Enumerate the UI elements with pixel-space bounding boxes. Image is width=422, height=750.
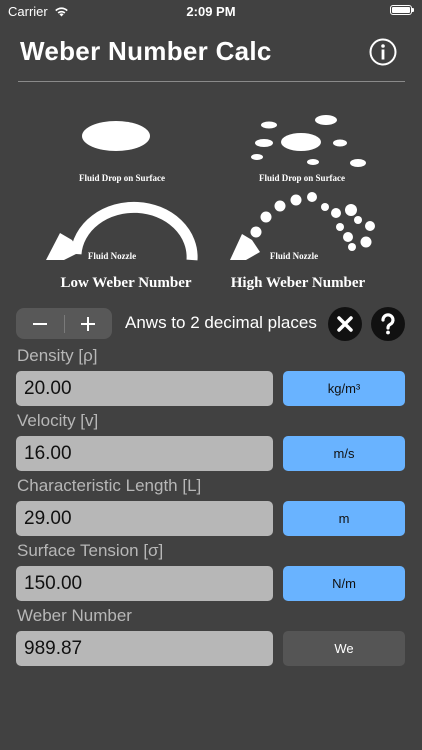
density-unit-button[interactable]: kg/m³: [283, 371, 405, 406]
weber-number-label: Weber Number: [17, 606, 132, 625]
weber-unit-label: We: [283, 631, 405, 666]
high-nozzle-shape: [230, 234, 260, 260]
low-weber-title: Low Weber Number: [60, 275, 191, 291]
velocity-input[interactable]: 16.00: [16, 436, 273, 471]
status-time: 2:09 PM: [186, 4, 236, 19]
density-input[interactable]: 20.00: [16, 371, 273, 406]
help-button[interactable]: [371, 307, 405, 341]
decimal-stepper[interactable]: [16, 308, 112, 339]
high-drop-caption: Fluid Drop on Surface: [259, 173, 345, 183]
velocity-label: Velocity [v]: [17, 411, 99, 430]
weber-number-output[interactable]: 989.87: [16, 631, 273, 666]
low-nozzle-caption: Fluid Nozzle: [88, 251, 136, 261]
length-label: Characteristic Length [L]: [17, 476, 202, 495]
decrement-button[interactable]: [16, 308, 64, 339]
high-weber-title: High Weber Number: [231, 275, 366, 291]
page-title: Weber Number Calc: [20, 36, 272, 66]
close-icon: [337, 316, 353, 332]
low-drop-shape: [82, 121, 150, 151]
header-divider: [18, 81, 405, 82]
high-nozzle-caption: Fluid Nozzle: [270, 251, 318, 261]
length-unit-button[interactable]: m: [283, 501, 405, 536]
minus-icon: [32, 322, 47, 325]
plus-icon: [81, 316, 96, 331]
surface-tension-input[interactable]: 150.00: [16, 566, 273, 601]
decimal-places-label: Anws to 2 decimal places: [125, 313, 317, 332]
battery-icon: [390, 5, 414, 15]
clear-button[interactable]: [328, 307, 362, 341]
length-input[interactable]: 29.00: [16, 501, 273, 536]
question-icon: [381, 313, 395, 335]
density-label: Density [ρ]: [17, 346, 98, 365]
surface-tension-label: Surface Tension [σ]: [17, 541, 164, 560]
status-bar: Carrier 2:09 PM: [0, 0, 422, 22]
velocity-unit-button[interactable]: m/s: [283, 436, 405, 471]
surface-tension-unit-button[interactable]: N/m: [283, 566, 405, 601]
increment-button[interactable]: [64, 308, 112, 339]
low-drop-caption: Fluid Drop on Surface: [79, 173, 165, 183]
weber-illustration: Fluid Drop on Surface Fluid Nozzle Low W…: [46, 115, 375, 291]
info-icon[interactable]: [369, 38, 397, 66]
